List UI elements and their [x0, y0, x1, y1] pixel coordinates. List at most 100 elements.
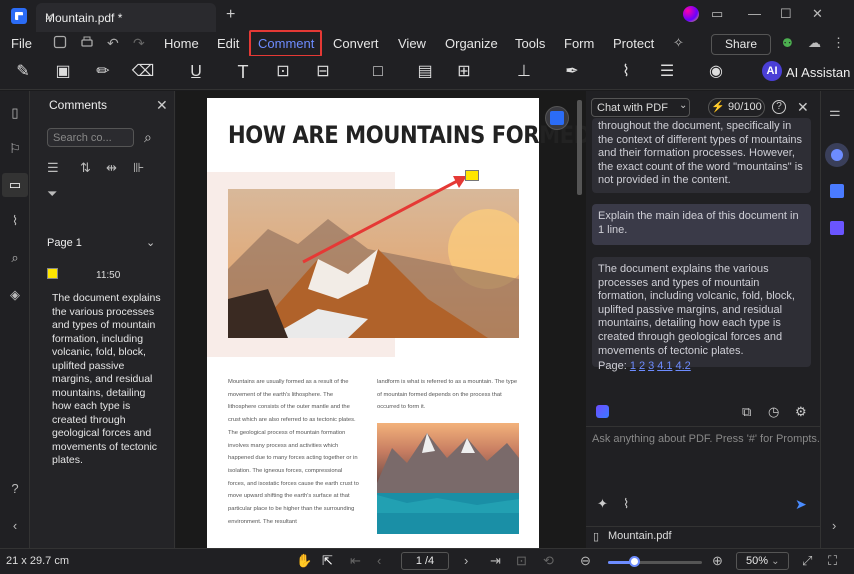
notification-icon[interactable]: ▭ [711, 6, 723, 22]
zoom-level-select[interactable]: 50% ⌄ [736, 552, 789, 570]
search-icon[interactable]: ⌕ [144, 129, 152, 146]
attachment-icon[interactable]: ⌇ [614, 61, 638, 83]
menu-file[interactable]: File [11, 36, 32, 51]
pencil-icon[interactable]: ✏ [91, 61, 115, 83]
close-window-button[interactable]: ✕ [812, 6, 823, 22]
zoom-in-icon[interactable]: ⊕ [712, 553, 723, 569]
sort-icon[interactable]: ⇅ [80, 160, 91, 176]
app-logo-icon[interactable] [11, 8, 27, 24]
send-icon[interactable]: ➤ [795, 496, 807, 513]
expand-icon[interactable]: ⇹ [106, 160, 117, 176]
text-tool-icon[interactable]: T [231, 61, 255, 83]
shape-rectangle-icon[interactable]: □ [366, 61, 390, 83]
page-link-3[interactable]: 3 [648, 360, 654, 372]
more-options-icon[interactable]: ⋮ [832, 35, 845, 51]
help-icon[interactable]: ? [6, 481, 24, 499]
last-page-icon[interactable]: ⇥ [490, 553, 501, 569]
underline-icon[interactable]: U̲ [184, 61, 208, 83]
minimize-button[interactable]: — [748, 6, 761, 21]
user-avatar[interactable] [683, 6, 699, 22]
page-link-4-2[interactable]: 4.2 [675, 360, 690, 372]
document-scrollbar[interactable] [577, 100, 582, 195]
undo-icon[interactable]: ↶ [107, 35, 119, 52]
cloud-upload-icon[interactable]: ☁ [808, 35, 821, 51]
fit-width-icon[interactable]: ⤢ [802, 553, 812, 569]
comments-close-icon[interactable]: ✕ [156, 97, 168, 114]
translate-icon[interactable] [830, 184, 844, 198]
collapse-left-icon[interactable]: ‹ [6, 518, 24, 536]
layers-icon[interactable]: ◈ [6, 287, 24, 305]
lightbulb-icon[interactable]: ✧ [673, 35, 684, 51]
attach-file-icon[interactable]: ⌇ [623, 496, 629, 512]
menu-organize[interactable]: Organize [445, 36, 498, 51]
help-circle-icon[interactable]: ? [772, 100, 786, 114]
fit-page-icon[interactable]: ⊡ [516, 553, 527, 569]
zoom-slider-handle[interactable] [629, 556, 640, 567]
fullscreen-icon[interactable]: ⛶ [828, 553, 837, 569]
page-thumbnails-icon[interactable]: ▯ [6, 105, 24, 123]
chat-mode-dropdown[interactable]: Chat with PDF [591, 98, 690, 117]
ask-input-placeholder[interactable]: Ask anything about PDF. Press '#' for Pr… [592, 433, 820, 445]
ai-panel-close-icon[interactable]: ✕ [797, 99, 809, 116]
first-page-icon[interactable]: ⇤ [350, 553, 361, 569]
prev-page-icon[interactable]: ‹ [377, 553, 381, 568]
area-highlight-icon[interactable]: ▣ [51, 61, 75, 83]
new-tab-button[interactable]: + [226, 6, 235, 24]
measure-icon[interactable]: ⊞ [452, 61, 476, 83]
menu-home[interactable]: Home [164, 36, 199, 51]
menu-protect[interactable]: Protect [613, 36, 654, 51]
chevron-down-icon[interactable]: ⌄ [146, 236, 155, 249]
token-counter[interactable]: ⚡ 90/100 [708, 98, 765, 117]
menu-tools[interactable]: Tools [515, 36, 545, 51]
maximize-button[interactable]: ☐ [780, 6, 792, 22]
share-button[interactable]: Share [711, 34, 771, 55]
user-sync-icon[interactable]: ⚉ [782, 36, 793, 50]
page-number-input[interactable]: 1 /4 [401, 552, 449, 570]
save-icon[interactable] [53, 35, 67, 49]
menu-comment[interactable]: Comment [258, 36, 314, 51]
menu-convert[interactable]: Convert [333, 36, 379, 51]
next-page-icon[interactable]: › [464, 553, 468, 568]
attached-file-name[interactable]: Mountain.pdf [608, 530, 672, 542]
tab-close-icon[interactable]: × [45, 9, 210, 25]
bookmark-icon[interactable]: ⚐ [6, 141, 24, 159]
comments-page-heading[interactable]: Page 1 [47, 237, 82, 249]
page-link-4-1[interactable]: 4.1 [657, 360, 672, 372]
expand-right-icon[interactable]: › [832, 518, 836, 533]
history-icon[interactable]: ◷ [768, 404, 779, 420]
annotation-arrow[interactable] [295, 168, 475, 268]
ai-assistant-icon[interactable]: AI [762, 61, 782, 81]
sticky-note-icon[interactable]: ▤ [413, 61, 437, 83]
hand-tool-icon[interactable]: ✋ [296, 553, 312, 569]
page-link-2[interactable]: 2 [639, 360, 645, 372]
lightbulb-prompt-icon[interactable]: ✦ [597, 496, 608, 512]
select-tool-icon[interactable]: ⇱ [322, 553, 333, 569]
attachment-panel-icon[interactable]: ⌇ [6, 213, 24, 231]
properties-icon[interactable]: ⚌ [829, 104, 841, 120]
rotate-icon[interactable]: ⟲ [543, 553, 554, 569]
highlight-tool-icon[interactable]: ✎ [11, 61, 35, 83]
menu-edit[interactable]: Edit [217, 36, 239, 51]
comments-search-input[interactable]: Search co... [47, 128, 134, 147]
sticky-note-annotation-icon[interactable] [465, 170, 479, 181]
menu-view[interactable]: View [398, 36, 426, 51]
stamp-icon[interactable]: ⊥ [512, 61, 536, 83]
text-box-icon[interactable]: ⊡ [271, 61, 295, 83]
comment-list-icon[interactable]: ☰ [655, 61, 679, 83]
filter-list-icon[interactable]: ☰ [47, 160, 59, 176]
menu-form[interactable]: Form [564, 36, 594, 51]
page-link-1[interactable]: 1 [630, 360, 636, 372]
redo-icon[interactable]: ↷ [133, 35, 145, 52]
eye-icon[interactable]: ◉ [704, 61, 728, 83]
eraser-icon[interactable]: ⌫ [131, 61, 155, 83]
document-tab[interactable]: Mountain.pdf * × [36, 3, 216, 32]
zoom-out-icon[interactable]: ⊖ [580, 553, 591, 569]
settings-gear-icon[interactable]: ⚙ [795, 404, 807, 420]
collapse-icon[interactable]: ⊪ [133, 160, 144, 176]
print-icon[interactable] [80, 35, 94, 49]
signature-icon[interactable]: ✒ [560, 61, 584, 83]
callout-icon[interactable]: ⊟ [311, 61, 335, 83]
search-panel-icon[interactable]: ⌕ [6, 250, 24, 268]
funnel-filter-icon[interactable]: ⏷ [47, 186, 57, 202]
comment-text[interactable]: The document explains the various proces… [52, 292, 167, 468]
